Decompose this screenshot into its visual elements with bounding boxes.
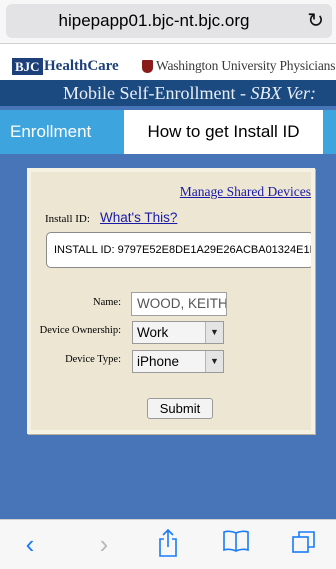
reload-icon[interactable]: ↻ xyxy=(307,4,324,38)
install-id-label: Install ID: xyxy=(45,213,90,225)
device-ownership-label: Device Ownership: xyxy=(39,325,121,336)
name-label: Name: xyxy=(93,297,121,308)
chevron-down-icon: ▼ xyxy=(205,351,223,372)
device-ownership-select[interactable]: Work ▼ xyxy=(132,321,224,344)
tab-enrollment[interactable]: Enrollment xyxy=(0,110,124,154)
install-id-field[interactable]: INSTALL ID: 9797E52E8DE1A29E26ACBA01324E… xyxy=(46,232,311,268)
submit-button[interactable]: Submit xyxy=(147,398,213,419)
app-title-main: Mobile Self-Enrollment - xyxy=(63,83,246,103)
app-title-version: SBX Ver: xyxy=(250,83,316,103)
app-title: Mobile Self-Enrollment - SBX Ver: xyxy=(63,81,316,105)
tab-bar-filler xyxy=(323,110,336,154)
name-input[interactable]: WOOD, KEITH xyxy=(131,292,227,316)
browser-toolbar: ‹ › xyxy=(0,519,336,569)
device-type-value: iPhone xyxy=(137,354,180,369)
device-type-select[interactable]: iPhone ▼ xyxy=(132,350,224,373)
address-bar[interactable]: hipepapp01.bjc-nt.bjc.org ↻ xyxy=(6,4,332,38)
bjc-logo-text: HealthCare xyxy=(44,58,119,74)
app-title-bar: Mobile Self-Enrollment - SBX Ver: xyxy=(0,80,336,106)
browser-top-bar: hipepapp01.bjc-nt.bjc.org ↻ xyxy=(0,0,336,44)
manage-shared-devices-link[interactable]: Manage Shared Devices xyxy=(180,184,311,200)
bjc-logo: BJC xyxy=(12,58,43,75)
share-icon[interactable] xyxy=(150,528,186,560)
chevron-down-icon: ▼ xyxy=(205,322,223,343)
back-icon[interactable]: ‹ xyxy=(12,528,48,560)
device-type-label: Device Type: xyxy=(65,354,121,365)
logo-bar: BJC HealthCare Washington University Phy… xyxy=(0,52,336,80)
device-ownership-value: Work xyxy=(137,325,169,340)
url-text[interactable]: hipepapp01.bjc-nt.bjc.org xyxy=(6,4,302,38)
tab-how-to-get-install-id[interactable]: How to get Install ID xyxy=(124,110,323,154)
wu-shield-icon xyxy=(142,60,153,73)
whats-this-link[interactable]: What's This? xyxy=(100,210,177,225)
enrollment-form: Manage Shared Devices Install ID: What's… xyxy=(27,168,315,434)
content-area: Enrollment How to get Install ID Manage … xyxy=(0,106,336,519)
wu-logo-text: Washington University Physicians xyxy=(156,58,336,73)
tabs-icon[interactable] xyxy=(286,528,322,560)
bookmarks-icon[interactable] xyxy=(218,528,254,560)
forward-icon[interactable]: › xyxy=(86,528,122,560)
